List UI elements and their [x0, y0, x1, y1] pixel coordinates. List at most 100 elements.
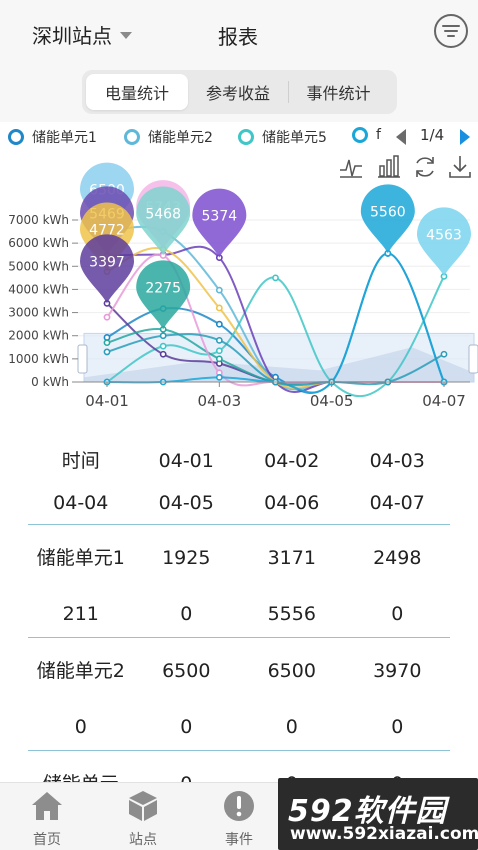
table-header-cell: 04-05	[158, 492, 214, 514]
series-point	[103, 348, 111, 356]
table-header-cell: 04-04	[53, 492, 109, 514]
series-point	[272, 274, 279, 282]
nav-home[interactable]: 首页	[12, 789, 82, 849]
y-tick-label: 6000 kWh	[8, 236, 69, 250]
header: 深圳站点 报表 电量统计 参考收益 事件统计	[0, 0, 478, 122]
home-icon	[32, 792, 62, 820]
table-cell: 5556	[267, 603, 316, 625]
table-cell: 3171	[267, 547, 316, 569]
series-point	[215, 373, 223, 381]
table-header-cell: 04-03	[369, 450, 425, 472]
alert-icon	[224, 791, 254, 821]
table-row: 储能单元1 1925 3171 2498	[28, 525, 450, 591]
nav-events[interactable]: 事件	[204, 789, 274, 849]
table-cell: 2498	[373, 547, 422, 569]
series-point	[215, 304, 223, 312]
energy-line-chart: 6500574354695468537447723397227555604563…	[8, 162, 478, 410]
table-cell: 3970	[373, 660, 422, 682]
table-cell: 0	[391, 603, 404, 625]
legend-marker	[8, 129, 24, 145]
series-point	[215, 286, 223, 294]
y-tick-label: 2000 kWh	[8, 329, 69, 343]
legend-item-unit2[interactable]: 储能单元2	[124, 127, 213, 147]
nav-label: 事件	[225, 832, 253, 848]
y-tick-label: 4000 kWh	[8, 282, 69, 296]
series-point	[215, 320, 223, 328]
nav-label: 首页	[33, 832, 61, 848]
legend-item-unit5[interactable]: 储能单元5	[238, 127, 327, 147]
page-title: 报表	[218, 25, 258, 49]
table-cell: 1925	[162, 547, 211, 569]
series-point	[215, 355, 223, 363]
report-tabs: 电量统计 参考收益 事件统计	[82, 70, 397, 114]
table-cell: 0	[285, 716, 298, 738]
tab-reference-income[interactable]: 参考收益	[188, 74, 288, 110]
series-point	[159, 332, 167, 340]
x-tick-label: 04-05	[310, 392, 354, 410]
legend-marker	[352, 127, 368, 143]
markpoint-label: 5374	[202, 209, 238, 225]
chart-markpoints: 6500574354695468537447723397227555604563	[80, 162, 471, 330]
legend-label: 储能单元1	[32, 130, 97, 146]
table-cell: 0	[180, 603, 193, 625]
legend-label: f	[376, 127, 381, 143]
table-header-row: 04-04 04-05 04-06 04-07	[28, 482, 450, 524]
series-point	[159, 342, 167, 350]
table-row: 0 0 0 0	[28, 704, 450, 750]
station-name: 深圳站点	[32, 24, 112, 48]
markpoint-label: 3397	[89, 254, 125, 270]
table-row: 211 0 5556 0	[28, 591, 450, 637]
table-cell: 0	[180, 716, 193, 738]
y-tick-label: 1000 kWh	[8, 352, 69, 366]
markpoint-label: 5468	[145, 206, 181, 222]
series-point	[215, 336, 223, 344]
datazoom-handle-right	[468, 344, 478, 374]
table-cell: 0	[74, 716, 87, 738]
series-point	[103, 313, 111, 321]
table-cell-unit-name: 储能单元2	[36, 660, 125, 682]
legend-prev-icon[interactable]	[396, 129, 406, 145]
x-tick-label: 04-01	[85, 392, 129, 410]
series-point	[103, 339, 111, 347]
legend-marker	[238, 129, 254, 145]
datazoom-handle-left	[77, 344, 88, 374]
table-cell: 6500	[267, 660, 316, 682]
legend-marker	[124, 129, 140, 145]
series-point	[440, 350, 448, 358]
y-tick-label: 0 kWh	[31, 375, 69, 389]
tab-energy-stats[interactable]: 电量统计	[86, 74, 188, 110]
legend-item-partial[interactable]: f	[352, 127, 381, 143]
nav-label: 站点	[129, 832, 157, 848]
table-header-cell: 04-07	[369, 492, 425, 514]
chart-legend: 储能单元1 储能单元2 储能单元5 f	[0, 124, 478, 150]
watermark-url: www.592xiazai.com	[290, 824, 478, 844]
y-tick-label: 5000 kWh	[8, 259, 69, 273]
table-cell-unit-name: 储能单元1	[36, 547, 125, 569]
series-point	[215, 347, 223, 355]
legend-label: 储能单元2	[148, 130, 213, 146]
energy-table: 时间 04-01 04-02 04-03 04-04 04-05 04-06 0…	[28, 440, 450, 817]
station-selector[interactable]: 深圳站点	[32, 20, 132, 49]
cube-icon	[129, 791, 157, 821]
x-tick-label: 04-03	[198, 392, 242, 410]
legend-next-icon[interactable]	[460, 129, 470, 145]
nav-station[interactable]: 站点	[108, 789, 178, 849]
y-tick-label: 7000 kWh	[8, 213, 69, 227]
series-point	[159, 350, 167, 358]
markpoint-label: 4563	[426, 227, 462, 243]
y-tick-label: 3000 kWh	[8, 306, 69, 320]
legend-label: 储能单元5	[262, 130, 327, 146]
tab-event-stats[interactable]: 事件统计	[288, 81, 388, 103]
watermark-logo: 592软件园 www.592xiazai.com	[278, 778, 478, 850]
table-header-row: 时间 04-01 04-02 04-03	[28, 440, 450, 482]
markpoint-label: 2275	[145, 280, 181, 296]
table-header-cell: 时间	[61, 450, 100, 472]
chevron-down-icon	[120, 32, 132, 39]
table-cell: 6500	[162, 660, 211, 682]
table-header-cell: 04-01	[158, 450, 214, 472]
filter-icon[interactable]	[433, 13, 469, 49]
x-tick-label: 04-07	[422, 392, 466, 410]
table-row: 储能单元2 6500 6500 3970	[28, 638, 450, 704]
legend-item-unit1[interactable]: 储能单元1	[8, 127, 97, 147]
legend-page-indicator: 1/4	[420, 126, 445, 144]
